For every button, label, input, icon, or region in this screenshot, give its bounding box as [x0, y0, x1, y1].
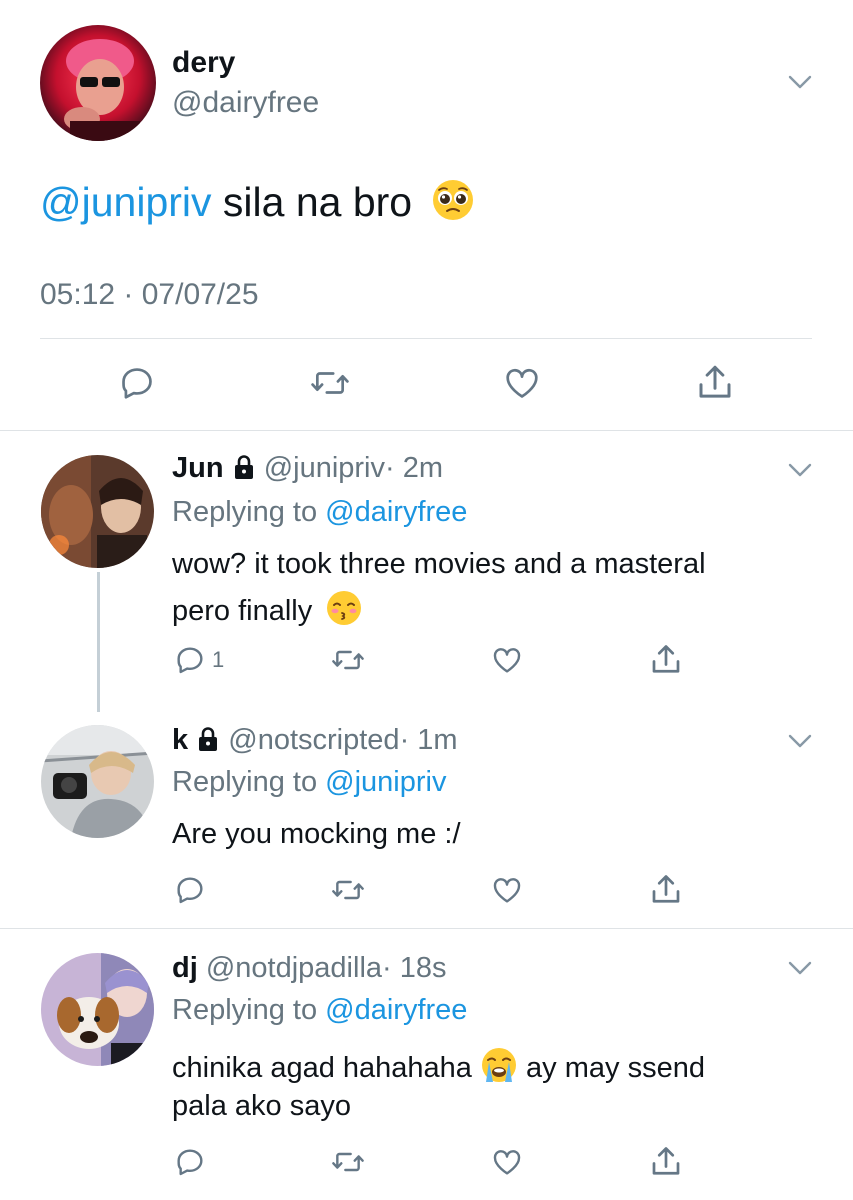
retweet-button[interactable] — [330, 644, 366, 676]
retweet-icon — [311, 372, 349, 394]
relative-time[interactable]: · 18s — [382, 952, 446, 984]
replying-to-label: Replying to — [172, 994, 326, 1026]
reply-text: ay may ssend — [526, 1052, 705, 1084]
heart-icon — [493, 648, 521, 673]
reply-icon — [177, 1149, 203, 1176]
like-button[interactable] — [490, 1146, 524, 1178]
reply-text: pero finally — [172, 595, 313, 627]
tweet-thread: dery @dairyfree @junipriv sila na bro 05… — [0, 0, 853, 1200]
reply-button[interactable] — [174, 1146, 206, 1178]
reply-button[interactable] — [174, 874, 206, 906]
display-name[interactable]: Jun — [172, 452, 224, 484]
reply-header: k @notscripted· 1m — [172, 724, 458, 757]
user-handle[interactable]: @notdjpadilla — [206, 952, 382, 984]
heart-icon — [506, 368, 538, 398]
share-button[interactable] — [694, 362, 736, 404]
reply-header: dj @notdjpadilla· 18s — [172, 952, 447, 985]
retweet-icon — [332, 1152, 364, 1172]
divider — [0, 430, 853, 431]
share-icon — [652, 645, 680, 673]
share-icon — [652, 875, 680, 903]
retweet-icon — [332, 880, 364, 900]
reply-button[interactable]: 1 — [174, 644, 224, 676]
relative-time[interactable]: · 2m — [385, 452, 443, 484]
display-name[interactable]: k — [172, 724, 188, 756]
pleading-face-emoji — [433, 180, 474, 220]
chevron-down-icon[interactable] — [787, 733, 813, 749]
replying-to-label: Replying to — [172, 496, 326, 528]
mention-link[interactable]: @junipriv — [325, 766, 446, 798]
display-name[interactable]: dj — [172, 952, 198, 984]
mention-link[interactable]: @junipriv — [40, 179, 212, 225]
display-name[interactable]: dery — [172, 46, 235, 80]
reply-text-line: chinika agad hahahaha ay may ssend — [172, 1046, 705, 1085]
retweet-button[interactable] — [330, 1146, 366, 1178]
tweet-body: sila na bro — [211, 179, 413, 225]
replying-to: Replying to @junipriv — [172, 766, 446, 799]
like-button[interactable] — [490, 874, 524, 906]
mention-link[interactable]: @dairyfree — [325, 994, 467, 1026]
replying-to: Replying to @dairyfree — [172, 496, 467, 529]
heart-icon — [493, 878, 521, 903]
loudly-crying-face-emoji — [481, 1048, 516, 1082]
reply-text-line: wow? it took three movies and a masteral — [172, 548, 706, 580]
reply-text-line: Are you mocking me :/ — [172, 818, 461, 850]
reply-icon — [177, 647, 203, 674]
avatar[interactable] — [41, 725, 154, 838]
divider — [40, 338, 812, 339]
avatar[interactable] — [41, 455, 154, 568]
retweet-button[interactable] — [309, 364, 351, 402]
reply-text-line: pero finally — [172, 590, 362, 628]
like-button[interactable] — [490, 644, 524, 676]
share-icon — [652, 1147, 680, 1175]
retweet-icon — [332, 650, 364, 670]
timestamp[interactable]: 05:12 · 07/07/25 — [40, 278, 259, 312]
avatar[interactable] — [41, 953, 154, 1066]
retweet-button[interactable] — [330, 874, 366, 906]
avatar[interactable] — [40, 25, 156, 141]
reply-button[interactable] — [118, 364, 156, 402]
user-handle[interactable]: @notscripted — [228, 724, 399, 756]
chevron-down-icon[interactable] — [787, 462, 813, 478]
lock-icon — [199, 727, 218, 751]
share-button[interactable] — [648, 872, 684, 908]
reply-icon — [122, 368, 152, 399]
reply-count: 1 — [212, 647, 225, 672]
reply-icon — [177, 877, 203, 904]
heart-icon — [493, 1150, 521, 1175]
reply-text: chinika agad hahahaha — [172, 1052, 480, 1084]
share-button[interactable] — [648, 1144, 684, 1180]
user-handle[interactable]: @dairyfree — [172, 86, 319, 120]
share-icon — [699, 365, 731, 398]
user-handle[interactable]: @junipriv — [264, 452, 385, 484]
chevron-down-icon[interactable] — [787, 960, 813, 976]
divider — [0, 928, 853, 929]
replying-to-label: Replying to — [172, 766, 326, 798]
chevron-down-icon[interactable] — [787, 74, 813, 90]
share-button[interactable] — [648, 642, 684, 678]
reply-text-line: pala ako sayo — [172, 1090, 351, 1122]
thread-line — [97, 572, 100, 712]
kissing-face-emoji — [327, 591, 362, 625]
replying-to: Replying to @dairyfree — [172, 994, 467, 1027]
tweet-text: @junipriv sila na bro — [40, 178, 475, 226]
relative-time[interactable]: · 1m — [400, 724, 458, 756]
like-button[interactable] — [502, 364, 542, 402]
lock-icon — [234, 455, 253, 479]
reply-header: Jun @junipriv· 2m — [172, 452, 443, 485]
mention-link[interactable]: @dairyfree — [325, 496, 467, 528]
